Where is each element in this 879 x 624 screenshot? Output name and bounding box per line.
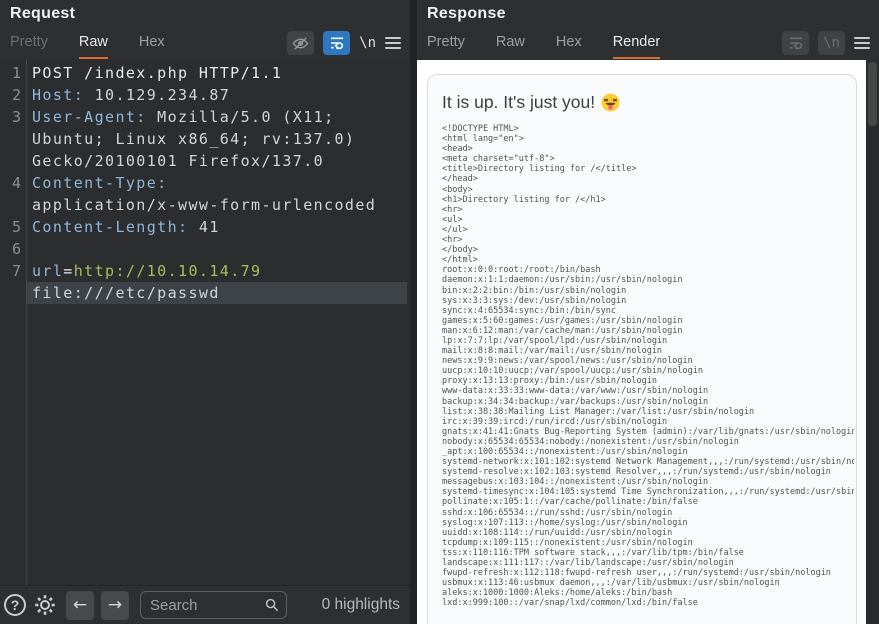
request-line[interactable]: 2 Host: 10.129.234.87 <box>0 84 410 106</box>
tab-response-render[interactable]: Render <box>612 34 661 59</box>
line-number: 3 <box>11 108 21 126</box>
response-title: Response <box>427 5 506 22</box>
request-panel: Request Pretty Raw Hex \n 1 POST /index.… <box>0 0 410 624</box>
request-line[interactable]: 3 User-Agent: Mozilla/5.0 (X11; <box>0 106 410 128</box>
search-next-button[interactable]: → <box>101 590 129 620</box>
request-line[interactable]: file:///etc/passwd <box>0 282 410 304</box>
request-tabs: Pretty Raw Hex <box>10 34 196 59</box>
rendered-heading: It is up. It's just you! <box>442 92 854 113</box>
request-menu-icon[interactable] <box>385 37 401 49</box>
highlights-count: 0 highlights <box>321 596 400 613</box>
request-line[interactable]: Gecko/20100101 Firefox/137.0 <box>0 150 410 172</box>
response-header-icons: \n <box>782 31 870 55</box>
panel-divider[interactable] <box>410 0 417 624</box>
rendered-page-card: It is up. It's just you! <!DOCTYPE HTML>… <box>427 74 857 624</box>
request-line[interactable]: Ubuntu; Linux x86_64; rv:137.0) <box>0 128 410 150</box>
response-scrollbar[interactable] <box>866 60 879 624</box>
help-icon[interactable]: ? <box>4 594 26 616</box>
tongue-out-emoji-icon <box>601 93 620 112</box>
tab-response-pretty[interactable]: Pretty <box>427 34 465 59</box>
line-number: 1 <box>11 64 21 82</box>
response-tabs: Pretty Raw Hex Render <box>427 34 691 59</box>
search-icon[interactable] <box>264 597 280 618</box>
request-editor[interactable]: 1 POST /index.php HTTP/1.1 2 Host: 10.129.2… <box>0 60 410 585</box>
response-source-text: <!DOCTYPE HTML> <html lang="en"> <head> … <box>442 124 854 609</box>
response-panel: Response Pretty Raw Hex Render \n It is … <box>417 0 879 624</box>
word-wrap-icon[interactable] <box>323 31 351 55</box>
request-title: Request <box>10 5 76 22</box>
request-line[interactable]: 4 Content-Type: <box>0 172 410 194</box>
request-line[interactable]: 5 Content-Length: 41 <box>0 216 410 238</box>
word-wrap-icon[interactable] <box>782 31 809 55</box>
line-number: 6 <box>11 240 21 258</box>
response-render-view: It is up. It's just you! <!DOCTYPE HTML>… <box>417 60 879 624</box>
request-header: Request Pretty Raw Hex \n <box>0 0 410 60</box>
newline-toggle-icon[interactable]: \n <box>359 35 376 51</box>
request-header-icons: \n <box>287 31 401 55</box>
request-line[interactable]: 6 <box>0 238 410 260</box>
response-header: Response Pretty Raw Hex Render \n <box>417 0 879 60</box>
search-toolbar: ? ← → Search 0 highlights <box>0 585 410 624</box>
search-prev-button[interactable]: ← <box>66 590 94 620</box>
hide-eye-icon[interactable] <box>287 31 315 55</box>
burp-repeater-view: Request Pretty Raw Hex \n 1 POST /index.… <box>0 0 879 624</box>
line-number: 2 <box>11 86 21 104</box>
tab-response-raw[interactable]: Raw <box>496 34 525 59</box>
tab-request-raw[interactable]: Raw <box>78 34 108 59</box>
response-scrollbar-thumb[interactable] <box>868 62 877 126</box>
line-number: 7 <box>11 262 21 280</box>
tab-request-pretty[interactable]: Pretty <box>10 34 48 59</box>
response-menu-icon[interactable] <box>854 37 870 49</box>
tab-request-hex[interactable]: Hex <box>139 34 165 59</box>
newline-toggle-icon[interactable]: \n <box>818 31 845 55</box>
request-line[interactable]: application/x-www-form-urlencoded <box>0 194 410 216</box>
tab-response-hex[interactable]: Hex <box>556 34 582 59</box>
line-number: 5 <box>11 218 21 236</box>
line-number: 4 <box>11 174 21 192</box>
settings-gear-icon[interactable] <box>33 593 57 617</box>
request-line[interactable]: 7 url=http://10.10.14.79 <box>0 260 410 282</box>
request-line[interactable]: 1 POST /index.php HTTP/1.1 <box>0 62 410 84</box>
